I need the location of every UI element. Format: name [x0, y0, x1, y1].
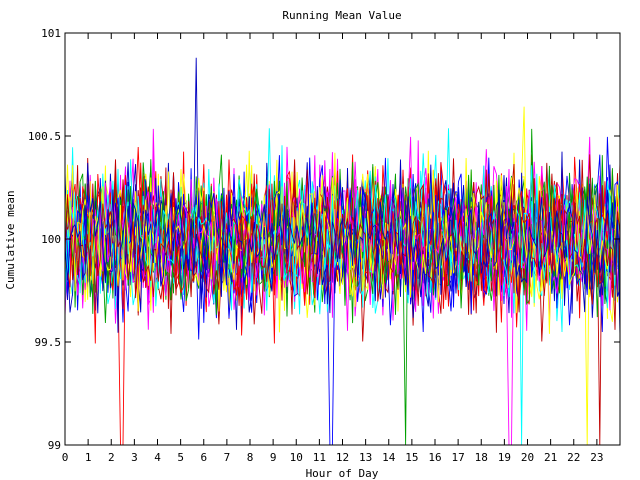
- x-tick-label-18: 18: [475, 451, 488, 464]
- chart: Running Mean Value Cumulative mean Hour …: [4, 9, 621, 480]
- x-tick-label-16: 16: [428, 451, 441, 464]
- x-tick-label-0: 0: [62, 451, 69, 464]
- x-tick-label-5: 5: [177, 451, 184, 464]
- y-axis-label: Cumulative mean: [4, 190, 17, 289]
- x-tick-label-17: 17: [452, 451, 465, 464]
- x-tick-label-12: 12: [336, 451, 349, 464]
- x-tick-label-7: 7: [224, 451, 231, 464]
- x-tick-label-19: 19: [498, 451, 511, 464]
- x-tick-label-8: 8: [247, 451, 254, 464]
- chart-title: Running Mean Value: [282, 9, 401, 22]
- x-axis-label: Hour of Day: [306, 467, 379, 480]
- x-tick-label-10: 10: [290, 451, 303, 464]
- x-tick-label-13: 13: [359, 451, 372, 464]
- x-tick-label-4: 4: [154, 451, 161, 464]
- y-tick-label-4: 101: [41, 27, 61, 40]
- series-lines: [64, 57, 621, 446]
- x-tick-label-14: 14: [382, 451, 396, 464]
- y-tick-label-2: 100: [41, 233, 61, 246]
- x-tick-label-15: 15: [405, 451, 418, 464]
- x-tick-label-2: 2: [108, 451, 115, 464]
- x-tick-label-1: 1: [85, 451, 92, 464]
- x-tick-label-21: 21: [544, 451, 557, 464]
- x-tick-label-11: 11: [313, 451, 326, 464]
- y-tick-label-1: 99.5: [35, 336, 62, 349]
- x-tick-label-22: 22: [567, 451, 580, 464]
- x-tick-label-20: 20: [521, 451, 534, 464]
- x-tick-label-3: 3: [131, 451, 138, 464]
- x-tick-label-9: 9: [270, 451, 277, 464]
- x-tick-label-23: 23: [590, 451, 603, 464]
- y-tick-label-3: 100.5: [28, 130, 61, 143]
- y-tick-label-0: 99: [48, 439, 61, 452]
- x-tick-label-6: 6: [200, 451, 207, 464]
